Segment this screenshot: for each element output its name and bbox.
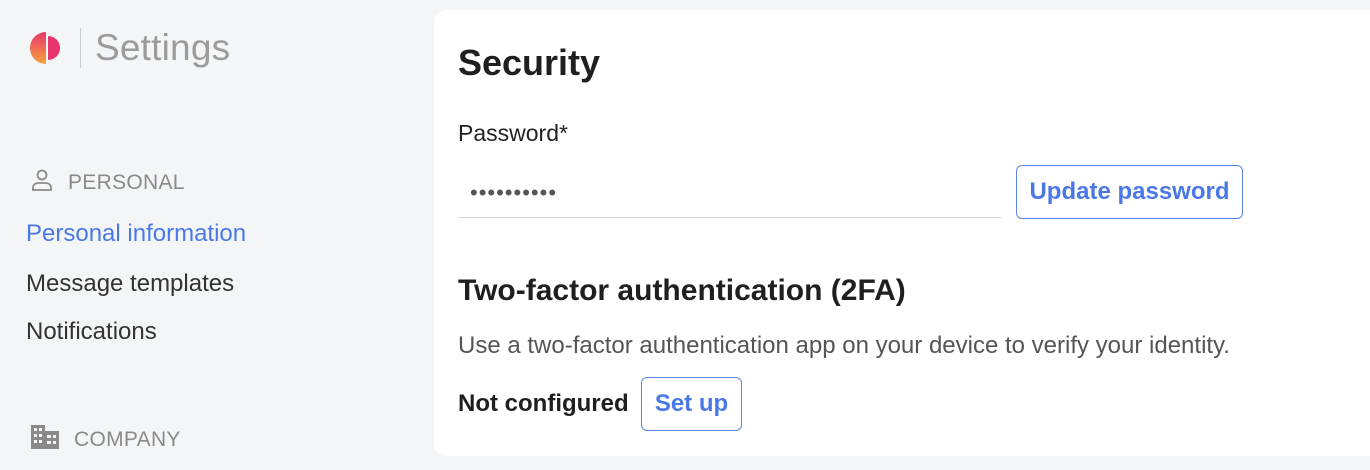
setup-2fa-button[interactable]: Set up: [641, 377, 742, 431]
section-label-personal: PERSONAL: [68, 171, 185, 194]
sidebar-item-personal-information[interactable]: Personal information: [26, 220, 246, 248]
user-icon: [30, 168, 68, 198]
update-password-button[interactable]: Update password: [1016, 165, 1243, 219]
section-personal: PERSONAL: [30, 168, 185, 198]
brand-header: Settings: [30, 26, 230, 70]
page-title: Security: [458, 42, 601, 83]
security-card: Security Password* Update password Two-f…: [434, 10, 1370, 456]
section-company: COMPANY: [30, 424, 181, 456]
building-icon: [30, 424, 74, 456]
two-factor-description: Use a two-factor authentication app on y…: [458, 332, 1230, 359]
sidebar-item-message-templates[interactable]: Message templates: [26, 270, 234, 298]
brand-divider: [80, 28, 81, 68]
two-factor-status: Not configured: [458, 390, 629, 417]
password-field[interactable]: [458, 168, 1002, 218]
sidebar: Settings PERSONAL Personal information M…: [0, 0, 432, 470]
sidebar-item-notifications[interactable]: Notifications: [26, 318, 157, 346]
brand-logo-icon[interactable]: [30, 26, 66, 70]
two-factor-title: Two-factor authentication (2FA): [458, 274, 906, 307]
app-title: Settings: [95, 27, 231, 68]
password-label: Password*: [458, 120, 568, 146]
section-label-company: COMPANY: [74, 428, 181, 451]
